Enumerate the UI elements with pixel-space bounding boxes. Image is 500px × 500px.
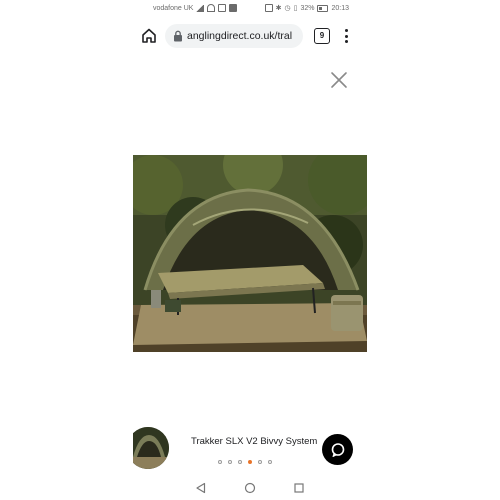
product-photo[interactable]	[133, 155, 367, 352]
clock: 20:13	[331, 4, 349, 12]
phone-screen: vodafone UK ✱ ◷ ▯ 32% 20:13 anglingdirec…	[133, 0, 367, 500]
more-vert-dot	[344, 40, 348, 43]
system-nav-bar	[133, 475, 367, 500]
tab-count: 9	[319, 31, 325, 40]
page-dot-active[interactable]	[248, 460, 252, 464]
nav-home-button[interactable]	[244, 481, 256, 494]
nfc-icon	[264, 4, 273, 12]
chat-icon	[331, 442, 344, 457]
recent-square-icon	[294, 483, 304, 493]
tab-switcher-button[interactable]: 9	[314, 28, 330, 44]
home-button[interactable]	[139, 26, 159, 46]
more-vert-icon	[344, 29, 348, 32]
chat-button[interactable]	[322, 434, 353, 465]
gallery-footer: Trakker SLX V2 Bivvy System	[133, 427, 367, 477]
alarm-icon: ◷	[284, 5, 291, 12]
battery-icon	[317, 4, 329, 12]
mail-icon	[218, 4, 227, 12]
address-bar[interactable]: anglingdirect.co.uk/tral	[165, 24, 303, 48]
status-bar: vodafone UK ✱ ◷ ▯ 32% 20:13	[133, 0, 367, 18]
more-vert-dot	[344, 34, 348, 38]
notification-icon	[229, 4, 238, 12]
signal-icon	[196, 4, 205, 12]
vibrate-icon: ▯	[293, 5, 298, 12]
bluetooth-icon: ✱	[275, 5, 282, 12]
carrier-label: vodafone UK	[153, 4, 194, 12]
close-button[interactable]	[329, 70, 349, 90]
page-dot[interactable]	[228, 460, 232, 464]
overflow-menu-button[interactable]	[341, 27, 351, 45]
status-right: ✱ ◷ ▯ 32% 20:13	[264, 4, 349, 12]
wifi-icon	[207, 4, 216, 12]
page-indicator	[218, 460, 272, 464]
browser-toolbar: anglingdirect.co.uk/tral 9	[133, 22, 367, 50]
image-gallery-modal: Trakker SLX V2 Bivvy System	[133, 55, 367, 475]
url-text: anglingdirect.co.uk/tral	[187, 30, 293, 42]
lock-icon	[174, 30, 182, 42]
page-dot[interactable]	[238, 460, 242, 464]
nav-recent-button[interactable]	[293, 481, 305, 493]
image-caption: Trakker SLX V2 Bivvy System	[191, 436, 318, 447]
page-dot[interactable]	[268, 460, 272, 464]
bivvy-tent-image	[133, 155, 367, 352]
page-dot[interactable]	[218, 460, 222, 464]
close-icon	[331, 72, 347, 88]
thumbnail-image	[133, 427, 169, 469]
page-dot[interactable]	[258, 460, 262, 464]
home-circle-icon	[244, 482, 256, 494]
battery-percent: 32%	[300, 4, 315, 12]
thumbnail[interactable]	[133, 427, 169, 469]
nav-back-button[interactable]	[195, 481, 207, 494]
home-icon	[142, 28, 156, 43]
status-left: vodafone UK	[153, 4, 238, 12]
back-triangle-icon	[196, 482, 206, 494]
